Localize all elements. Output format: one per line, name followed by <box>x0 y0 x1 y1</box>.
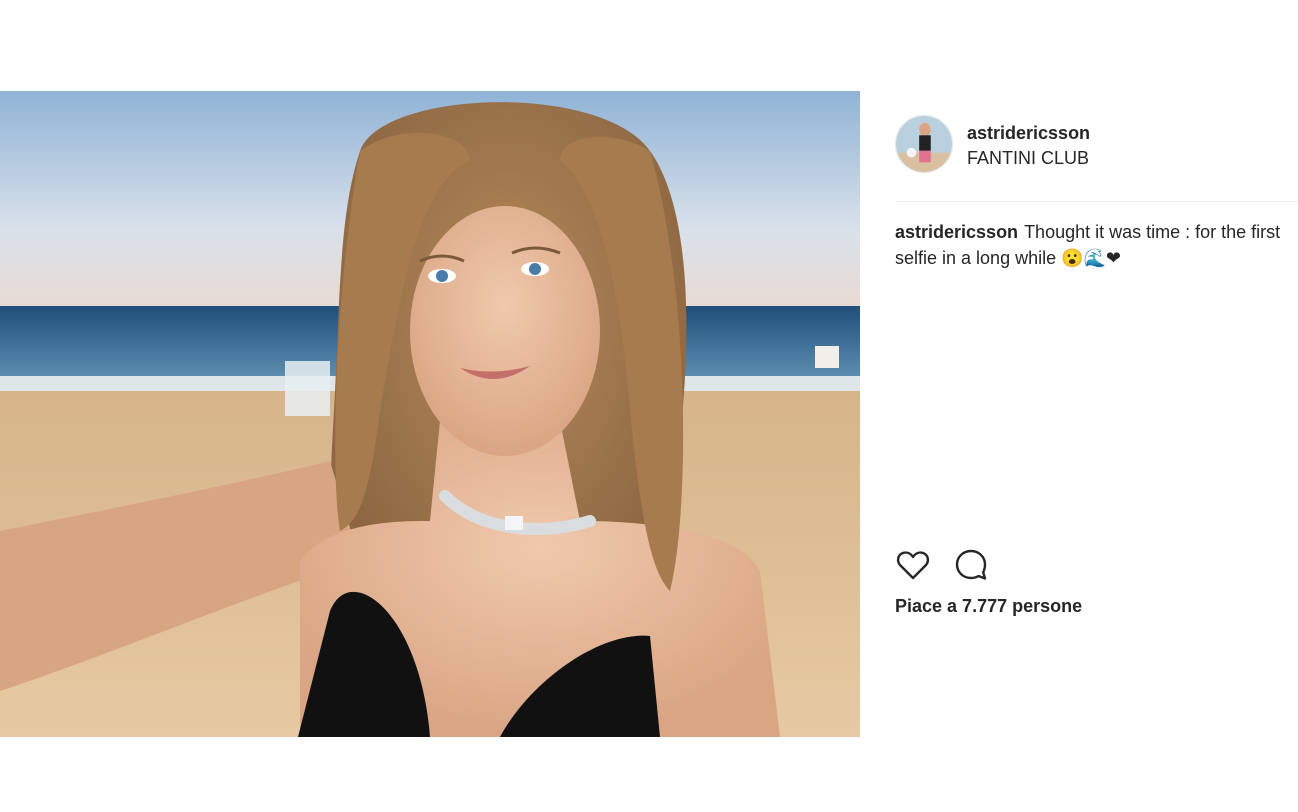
like-button[interactable] <box>895 547 931 583</box>
beach-selfie-image <box>0 91 860 737</box>
comment-icon <box>955 549 987 580</box>
header-divider <box>895 201 1298 202</box>
post-sidebar: astridericsson FANTINI CLUB astridericss… <box>860 91 1298 737</box>
post-username[interactable]: astridericsson <box>967 123 1090 144</box>
post-photo[interactable] <box>0 91 860 737</box>
likes-count[interactable]: Piace a 7.777 persone <box>895 596 1082 617</box>
post-location[interactable]: FANTINI CLUB <box>967 148 1089 169</box>
comment-button[interactable] <box>953 547 989 583</box>
heart-icon <box>896 551 930 580</box>
avatar-image <box>896 116 952 172</box>
post-actions <box>895 547 1095 583</box>
caption-username[interactable]: astridericsson <box>895 222 1018 242</box>
post-caption: astridericsson Thought it was time : for … <box>895 219 1290 271</box>
avatar[interactable] <box>895 115 953 173</box>
post-header: astridericsson FANTINI CLUB <box>895 115 1295 175</box>
